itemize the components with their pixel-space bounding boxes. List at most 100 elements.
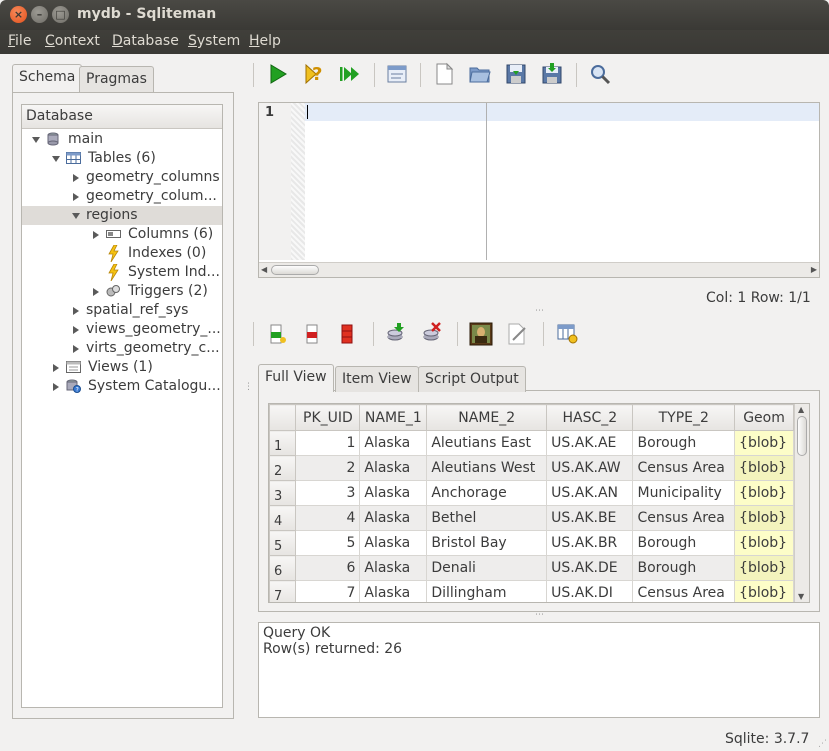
scroll-thumb[interactable] xyxy=(797,416,807,456)
remove-row-icon[interactable] xyxy=(302,322,326,346)
sql-editor[interactable]: 1 ◀ ▶ xyxy=(258,102,820,278)
tree-item-tables[interactable]: Tables (6) xyxy=(22,149,222,168)
tab-full-view[interactable]: Full View xyxy=(258,364,334,392)
cell[interactable]: Bristol Bay xyxy=(426,530,548,556)
cell[interactable]: Bethel xyxy=(426,505,548,531)
menu-help[interactable]: Help xyxy=(249,33,281,49)
column-header[interactable]: Geom xyxy=(734,404,794,431)
horizontal-splitter[interactable]: ⋯ xyxy=(535,610,544,620)
tree-item-triggers[interactable]: Triggers (2) xyxy=(22,282,222,301)
tree-item-columns[interactable]: Columns (6) xyxy=(22,225,222,244)
remove-all-rows-icon[interactable] xyxy=(336,322,360,346)
column-header[interactable]: TYPE_2 xyxy=(632,404,736,431)
expanded-arrow-icon[interactable] xyxy=(52,156,60,162)
blob-preview-icon[interactable] xyxy=(469,322,493,346)
menu-system[interactable]: System xyxy=(188,33,240,49)
column-header[interactable]: NAME_1 xyxy=(359,404,428,431)
row-number[interactable]: 5 xyxy=(269,530,297,556)
cell[interactable]: 1 xyxy=(295,430,361,456)
table-settings-icon[interactable] xyxy=(556,322,580,346)
cell[interactable]: Alaska xyxy=(359,430,428,456)
collapsed-arrow-icon[interactable] xyxy=(73,307,79,315)
cell[interactable]: Census Area xyxy=(632,505,736,531)
cell[interactable]: Aleutians West xyxy=(426,455,548,481)
cell[interactable]: 3 xyxy=(295,480,361,506)
tree-item-system-indexes[interactable]: System Ind... xyxy=(22,263,222,282)
edit-blob-icon[interactable] xyxy=(505,322,529,346)
column-header[interactable]: NAME_2 xyxy=(426,404,548,431)
tab-schema[interactable]: Schema xyxy=(12,64,83,92)
tab-pragmas[interactable]: Pragmas xyxy=(79,66,154,92)
tree-item-indexes[interactable]: Indexes (0) xyxy=(22,244,222,263)
scroll-left-icon[interactable]: ◀ xyxy=(261,265,267,274)
tree-item-geometry-columns[interactable]: geometry_columns xyxy=(22,168,222,187)
menu-context[interactable]: Context xyxy=(45,33,100,49)
scroll-down-icon[interactable]: ▼ xyxy=(798,592,804,601)
menu-file[interactable]: File xyxy=(8,33,31,49)
cell-blob[interactable]: {blob} xyxy=(734,555,794,581)
scroll-right-icon[interactable]: ▶ xyxy=(811,265,817,274)
cell-blob[interactable]: {blob} xyxy=(734,505,794,531)
cell-blob[interactable]: {blob} xyxy=(734,530,794,556)
cell[interactable]: Alaska xyxy=(359,530,428,556)
column-header[interactable]: HASC_2 xyxy=(546,404,634,431)
cell[interactable]: Dillingham xyxy=(426,580,548,602)
row-number[interactable]: 7 xyxy=(269,580,297,602)
tree-item-virts-geometry[interactable]: virts_geometry_c... xyxy=(22,339,222,358)
cell[interactable]: 6 xyxy=(295,555,361,581)
resize-grip-icon[interactable]: ⋰ xyxy=(818,739,827,749)
tree-item-spatial-ref-sys[interactable]: spatial_ref_sys xyxy=(22,301,222,320)
expanded-arrow-icon[interactable] xyxy=(32,137,40,143)
collapsed-arrow-icon[interactable] xyxy=(53,364,59,372)
expanded-arrow-icon[interactable] xyxy=(72,213,80,219)
collapsed-arrow-icon[interactable] xyxy=(93,231,99,239)
row-number[interactable]: 3 xyxy=(269,480,297,506)
cell[interactable]: 7 xyxy=(295,580,361,602)
cell[interactable]: US.AK.DE xyxy=(546,555,634,581)
cell[interactable]: Aleutians East xyxy=(426,430,548,456)
cell-blob[interactable]: {blob} xyxy=(734,580,794,602)
column-header[interactable]: PK_UID xyxy=(295,404,361,431)
cell[interactable]: 4 xyxy=(295,505,361,531)
minimize-window-button[interactable]: – xyxy=(31,6,48,23)
cell-blob[interactable]: {blob} xyxy=(734,430,794,456)
collapsed-arrow-icon[interactable] xyxy=(73,193,79,201)
cell[interactable]: Census Area xyxy=(632,455,736,481)
open-file-icon[interactable] xyxy=(468,62,492,86)
cell[interactable]: Borough xyxy=(632,430,736,456)
cell[interactable]: 2 xyxy=(295,455,361,481)
tree-item-geometry-columns-2[interactable]: geometry_colum... xyxy=(22,187,222,206)
schema-tree[interactable]: Database main Tables (6) geometry_column… xyxy=(21,104,223,708)
collapsed-arrow-icon[interactable] xyxy=(53,383,59,391)
tree-item-views-geometry[interactable]: views_geometry_... xyxy=(22,320,222,339)
run-sql-icon[interactable] xyxy=(266,62,290,86)
cell[interactable]: US.AK.AW xyxy=(546,455,634,481)
cell[interactable]: Denali xyxy=(426,555,548,581)
row-number[interactable]: 6 xyxy=(269,555,297,581)
cell[interactable]: US.AK.BE xyxy=(546,505,634,531)
cell[interactable]: Anchorage xyxy=(426,480,548,506)
commit-icon[interactable] xyxy=(384,322,408,346)
tab-item-view[interactable]: Item View xyxy=(335,366,419,392)
tree-item-views[interactable]: Views (1) xyxy=(22,358,222,377)
collapsed-arrow-icon[interactable] xyxy=(73,345,79,353)
cell[interactable]: Alaska xyxy=(359,480,428,506)
cell[interactable]: US.AK.DI xyxy=(546,580,634,602)
insert-row-icon[interactable] xyxy=(266,322,290,346)
tab-script-output[interactable]: Script Output xyxy=(418,366,526,392)
cell[interactable]: Municipality xyxy=(632,480,736,506)
tree-item-main[interactable]: main xyxy=(22,130,222,149)
cell[interactable]: Alaska xyxy=(359,555,428,581)
rollback-icon[interactable] xyxy=(420,322,444,346)
tree-item-regions[interactable]: regions xyxy=(22,206,222,225)
collapsed-arrow-icon[interactable] xyxy=(73,174,79,182)
search-icon[interactable] xyxy=(588,62,612,86)
cell-blob[interactable]: {blob} xyxy=(734,455,794,481)
row-number[interactable]: 4 xyxy=(269,505,297,531)
close-window-button[interactable]: × xyxy=(10,6,27,23)
menu-database[interactable]: Database xyxy=(112,33,179,49)
cell[interactable]: Alaska xyxy=(359,505,428,531)
cell[interactable]: Borough xyxy=(632,555,736,581)
corner-header[interactable] xyxy=(269,404,297,431)
row-number[interactable]: 2 xyxy=(269,455,297,481)
